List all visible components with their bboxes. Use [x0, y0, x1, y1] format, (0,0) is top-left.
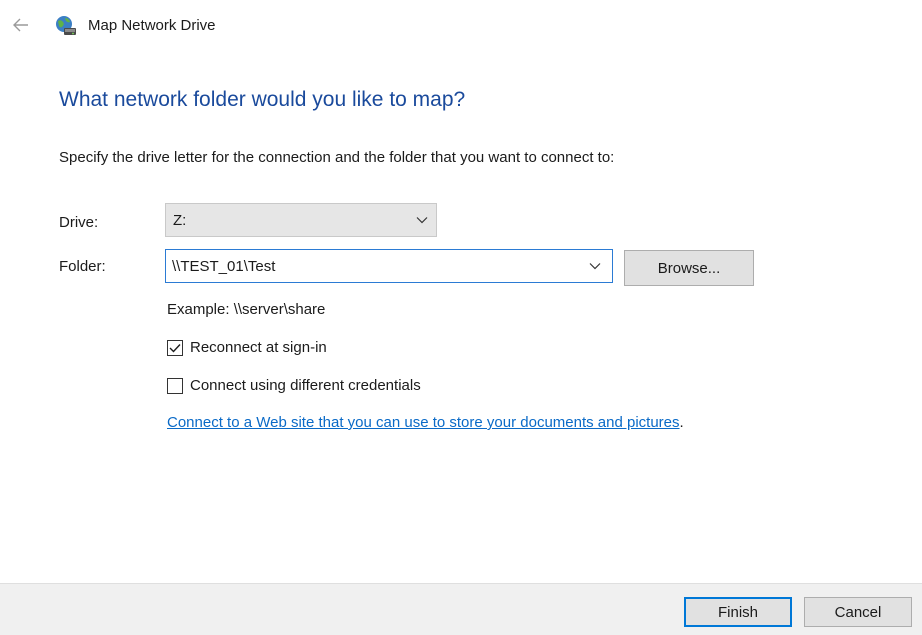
folder-input[interactable]	[166, 250, 578, 282]
back-arrow-icon[interactable]	[8, 12, 34, 38]
reconnect-option[interactable]: Reconnect at sign-in	[167, 339, 327, 356]
page-heading: What network folder would you like to ma…	[59, 88, 466, 111]
drive-select[interactable]: Z:	[165, 203, 437, 237]
web-site-link-row: Connect to a Web site that you can use t…	[167, 414, 684, 431]
network-drive-icon	[55, 15, 77, 37]
folder-combobox[interactable]	[165, 249, 613, 283]
different-credentials-checkbox[interactable]	[167, 377, 183, 394]
cancel-button[interactable]: Cancel	[804, 597, 912, 627]
dialog-header: Map Network Drive	[0, 0, 922, 54]
instructions-text: Specify the drive letter for the connect…	[59, 149, 615, 166]
drive-select-value: Z:	[173, 211, 187, 229]
link-suffix: .	[679, 414, 684, 431]
folder-label: Folder:	[59, 258, 106, 275]
different-credentials-option[interactable]: Connect using different credentials	[167, 377, 421, 394]
chevron-down-icon[interactable]	[578, 250, 612, 282]
dialog-footer: Finish Cancel	[0, 583, 922, 635]
web-site-link[interactable]: Connect to a Web site that you can use t…	[167, 414, 680, 431]
different-credentials-label: Connect using different credentials	[190, 377, 421, 394]
reconnect-checkbox[interactable]	[167, 339, 183, 356]
check-icon	[169, 343, 181, 353]
example-text: Example: \\server\share	[167, 301, 326, 318]
browse-button[interactable]: Browse...	[624, 250, 754, 286]
chevron-down-icon[interactable]	[408, 204, 436, 236]
reconnect-label: Reconnect at sign-in	[190, 339, 327, 356]
drive-label: Drive:	[59, 214, 99, 231]
finish-button[interactable]: Finish	[684, 597, 792, 627]
dialog-title: Map Network Drive	[88, 17, 216, 34]
